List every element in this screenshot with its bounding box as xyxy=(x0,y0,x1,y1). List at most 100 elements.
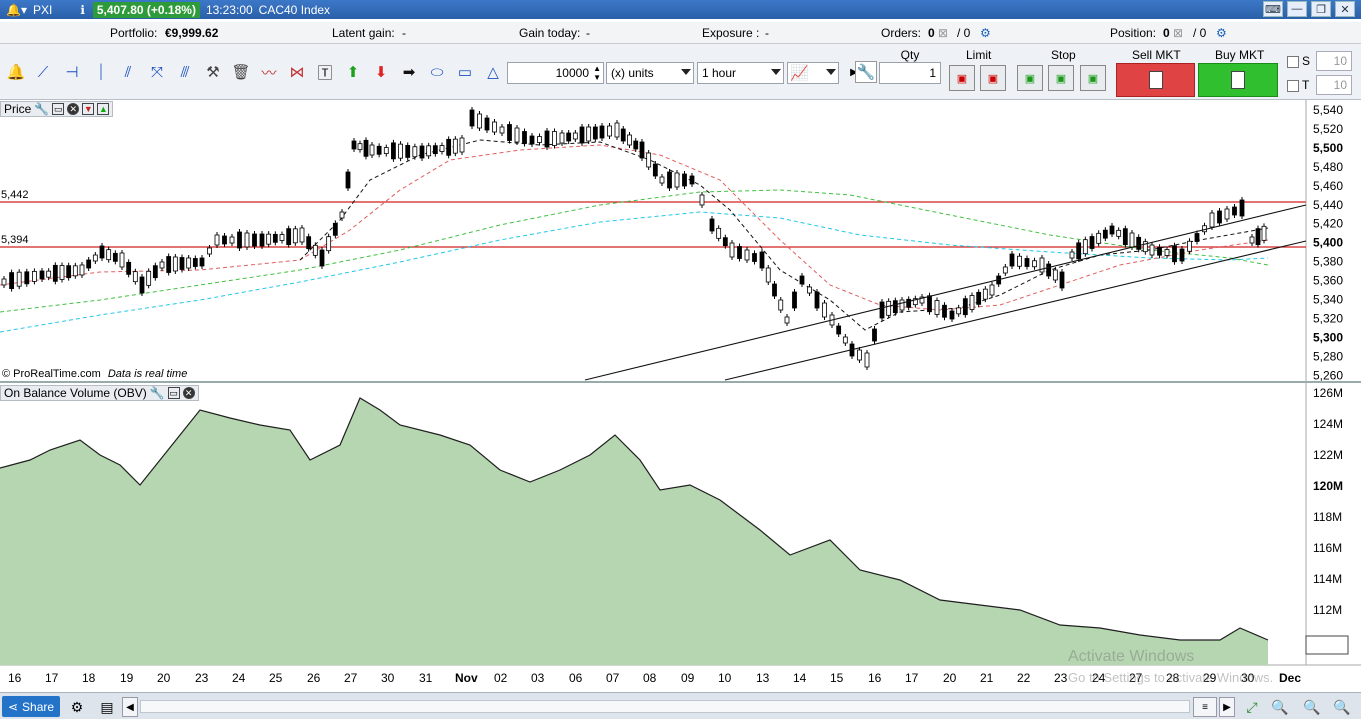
info-icon[interactable]: ℹ xyxy=(80,3,85,17)
stop-checkbox[interactable] xyxy=(1287,56,1299,68)
horizontal-line-icon[interactable]: ⊣ xyxy=(61,61,83,83)
tools-icon[interactable]: ⚒ xyxy=(202,61,224,83)
candle-body xyxy=(659,176,665,184)
candle-body xyxy=(627,134,632,146)
trendline-icon[interactable]: ⟋ xyxy=(32,61,54,83)
fibonacci-icon[interactable]: ⤧ xyxy=(146,61,168,83)
wrench-icon[interactable]: 🔧 xyxy=(150,386,165,400)
orders-cancel-icon[interactable]: ⊠ xyxy=(938,26,948,40)
limit-sell-icon[interactable]: ▣ xyxy=(980,65,1006,91)
scroll-right-button[interactable]: ▶ xyxy=(1219,697,1235,717)
position-total: / 0 xyxy=(1193,26,1207,40)
ellipse-icon[interactable]: ⬭ xyxy=(426,61,448,83)
quantity-input[interactable]: 10000 ▲ ▼ xyxy=(507,62,604,84)
stop-buy-icon[interactable]: ▣ xyxy=(1017,65,1043,91)
x-tick-label: 18 xyxy=(82,671,96,685)
timeframe-select[interactable]: 1 hour xyxy=(697,62,784,84)
x-tick-label: 17 xyxy=(905,671,919,685)
sell-mkt-button[interactable] xyxy=(1116,63,1195,97)
candle-body xyxy=(1209,212,1215,228)
price-tick-label: 5,360 xyxy=(1313,274,1343,288)
stop-label: Stop xyxy=(1051,48,1076,62)
bell-menu-icon[interactable]: 🔔▾ xyxy=(6,3,27,17)
close-button[interactable]: ✕ xyxy=(1335,1,1355,17)
restore-button[interactable]: ❐ xyxy=(1311,1,1331,17)
quantity-stepper[interactable]: ▲ ▼ xyxy=(593,64,601,82)
keyboard-icon[interactable]: ⌨ xyxy=(1263,1,1283,17)
candle-body xyxy=(132,271,138,283)
price-tick-label: 5,520 xyxy=(1313,122,1343,136)
alert-bell-icon[interactable]: 🔔 xyxy=(5,61,27,83)
drawing-toolbar: 🔔 ⟋ ⊣ ⏐ ⫽ ⤧ ⫻ ⚒ 🗑 〰 ⋈ 🅃 ⬆ ⬇ ➡ ⬭ ▭ △ 1000… xyxy=(0,44,1361,100)
s-input[interactable]: 10 xyxy=(1316,51,1352,71)
vertical-line-icon[interactable]: ⏐ xyxy=(90,61,112,83)
x-tick-label: 21 xyxy=(980,671,994,685)
maximize-icon[interactable]: ▭ xyxy=(52,103,65,115)
scroll-left-button[interactable]: ◀ xyxy=(122,697,138,717)
zoom-in-icon[interactable]: 🔍 xyxy=(1330,697,1354,717)
move-down-icon[interactable]: ▼ xyxy=(82,103,95,115)
stop-sell-icon[interactable]: ▣ xyxy=(1048,65,1074,91)
qty-input[interactable]: 1 xyxy=(879,62,941,84)
pattern-icon[interactable]: ⋈ xyxy=(286,61,308,83)
x-tick-label: 30 xyxy=(381,671,395,685)
minimize-button[interactable]: — xyxy=(1287,1,1307,17)
close-icon[interactable]: ✕ xyxy=(67,103,80,115)
trash-icon[interactable]: 🗑 xyxy=(230,61,252,83)
x-tick-label: 26 xyxy=(307,671,321,685)
zoom-out-icon[interactable]: 🔍 xyxy=(1300,697,1324,717)
orders-settings-icon[interactable]: ⚙ xyxy=(980,26,991,40)
candle-body xyxy=(166,256,172,273)
rectangle-icon[interactable]: ▭ xyxy=(454,61,476,83)
close-icon[interactable]: ✕ xyxy=(182,387,195,399)
horizontal-scrollbar[interactable] xyxy=(140,700,1190,713)
candle-body xyxy=(836,325,842,335)
position-settings-icon[interactable]: ⚙ xyxy=(1216,26,1227,40)
x-tick-label: 16 xyxy=(8,671,22,685)
indicators-button[interactable]: 📈 xyxy=(787,62,839,84)
candle-body xyxy=(306,236,312,250)
obv-tick-label: 122M xyxy=(1313,448,1343,462)
auto-scroll-icon[interactable]: ⤢ xyxy=(1242,697,1262,717)
stop-bracket-icon[interactable]: ▣ xyxy=(1080,65,1106,91)
level-label-upper: 5,442 xyxy=(1,189,29,201)
t-label: T xyxy=(1302,78,1310,92)
candle-body xyxy=(66,265,72,279)
x-tick-label: 14 xyxy=(793,671,807,685)
text-tool-icon[interactable]: 🅃 xyxy=(314,61,336,83)
candle-body xyxy=(1224,208,1230,220)
latent-gain-label: Latent gain: xyxy=(332,26,395,40)
target-checkbox[interactable] xyxy=(1287,80,1299,92)
price-chart-area[interactable]: 5,540 5,520 5,500 5,480 5,460 5,440 5,420 5,400… xyxy=(0,100,1361,692)
latent-gain-value: - xyxy=(402,26,406,40)
share-button[interactable]: ⋖ Share xyxy=(2,696,60,717)
fan-icon[interactable]: ⫻ xyxy=(174,61,196,83)
right-arrow-icon[interactable]: ➡ xyxy=(398,61,420,83)
x-tick-label: 02 xyxy=(494,671,508,685)
sell-arrow-icon[interactable]: ⬇ xyxy=(370,61,392,83)
zigzag-icon[interactable]: 〰 xyxy=(258,61,280,83)
x-tick-label: 15 xyxy=(830,671,844,685)
buy-arrow-icon[interactable]: ⬆ xyxy=(342,61,364,83)
move-up-icon[interactable]: ▲ xyxy=(97,103,110,115)
wrench-icon[interactable]: 🔧 xyxy=(855,61,877,83)
sheet-icon[interactable]: ▤ xyxy=(96,697,118,717)
strategy-icon[interactable]: ⚙ xyxy=(66,697,88,717)
wrench-icon[interactable]: 🔧 xyxy=(34,102,49,116)
candle-body xyxy=(229,236,235,244)
scroll-thumb[interactable]: ≡ xyxy=(1193,697,1217,717)
limit-buy-icon[interactable]: ▣ xyxy=(949,65,975,91)
candle-body xyxy=(426,145,432,157)
triangle-icon[interactable]: △ xyxy=(482,61,504,83)
units-select[interactable]: (x) units xyxy=(606,62,694,84)
maximize-icon[interactable]: ▭ xyxy=(167,387,180,399)
price-change-badge: 5,407.80 (+0.18%) xyxy=(92,1,200,18)
zoom-fit-icon[interactable]: 🔍 xyxy=(1268,697,1292,717)
channel-icon[interactable]: ⫽ xyxy=(117,61,139,83)
buy-mkt-button[interactable] xyxy=(1198,63,1278,97)
candle-body xyxy=(383,147,389,154)
buy-mkt-label: Buy MKT xyxy=(1215,48,1265,62)
t-input[interactable]: 10 xyxy=(1316,75,1352,95)
position-cancel-icon[interactable]: ⊠ xyxy=(1173,26,1183,40)
candle-body xyxy=(477,113,482,129)
